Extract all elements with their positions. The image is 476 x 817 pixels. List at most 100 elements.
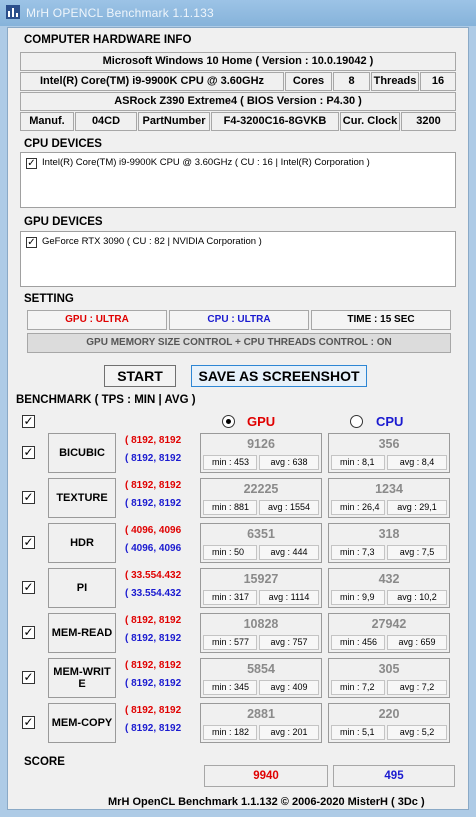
footer-text: MrH OpenCL Benchmark 1.1.132 © 2006-2020… <box>108 796 425 808</box>
test-name: MEM-WRIT E <box>48 658 116 698</box>
cpu-score: 495 <box>333 765 455 787</box>
gpu-tps-value: 9126 <box>247 437 275 451</box>
test-name: MEM-READ <box>48 613 116 653</box>
cpu-min-value: min : 7,3 <box>331 545 385 560</box>
cpu-result: 318 min : 7,3 avg : 7,5 <box>328 523 450 563</box>
cores-value: 8 <box>333 72 370 91</box>
cpu-tps-value: 318 <box>378 527 400 541</box>
test-checkbox[interactable]: ✓ <box>22 716 35 729</box>
cpu-size-label: ( 8192, 8192 <box>125 498 182 509</box>
cpu-result: 432 min : 9,9 avg : 10,2 <box>328 568 450 608</box>
app-window: MrH OPENCL Benchmark 1.1.133 COMPUTER HA… <box>0 0 476 817</box>
gpu-size-label: ( 33.554.432 <box>125 570 182 581</box>
cpu-size-label: ( 8192, 8192 <box>125 678 182 689</box>
gpu-tps-value: 2881 <box>247 707 275 721</box>
gpu-min-value: min : 881 <box>203 500 257 515</box>
cpu-radio[interactable] <box>350 415 363 428</box>
score-title: SCORE <box>24 756 65 768</box>
cpu-result: 305 min : 7,2 avg : 7,2 <box>328 658 450 698</box>
test-checkbox[interactable]: ✓ <box>22 626 35 639</box>
memory-control-setting[interactable]: GPU MEMORY SIZE CONTROL + CPU THREADS CO… <box>27 333 451 353</box>
app-icon <box>6 5 20 19</box>
test-name-label: BICUBIC <box>59 447 105 459</box>
gpu-avg-value: avg : 1114 <box>259 590 319 605</box>
gpu-tps-value: 6351 <box>247 527 275 541</box>
start-button[interactable]: START <box>104 365 176 387</box>
cpu-avg-value: avg : 5,2 <box>387 725 447 740</box>
gpu-size-label: ( 8192, 8192 <box>125 480 182 491</box>
clock-value: 3200 <box>401 112 456 131</box>
gpu-radio[interactable] <box>222 415 235 428</box>
gpu-min-value: min : 50 <box>203 545 257 560</box>
cores-label: Cores <box>285 72 332 91</box>
test-checkbox[interactable]: ✓ <box>22 671 35 684</box>
test-checkbox[interactable]: ✓ <box>22 536 35 549</box>
gpu-min-value: min : 577 <box>203 635 257 650</box>
cpu-min-value: min : 9,9 <box>331 590 385 605</box>
gpu-radio-label[interactable]: GPU <box>247 414 275 429</box>
test-name: MEM-COPY <box>48 703 116 743</box>
cpu-quality-setting[interactable]: CPU : ULTRA <box>169 310 309 330</box>
cpu-avg-value: avg : 659 <box>387 635 447 650</box>
cpu-avg-value: avg : 7,2 <box>387 680 447 695</box>
gpu-size-label: ( 4096, 4096 <box>125 525 182 536</box>
test-checkbox[interactable]: ✓ <box>22 446 35 459</box>
test-name: PI <box>48 568 116 608</box>
test-name: TEXTURE <box>48 478 116 518</box>
cpu-size-label: ( 8192, 8192 <box>125 633 182 644</box>
motherboard-info: ASRock Z390 Extreme4 ( BIOS Version : P4… <box>20 92 456 111</box>
test-name-label: MEM-WRIT E <box>53 666 111 690</box>
hardware-section-title: COMPUTER HARDWARE INFO <box>24 34 192 46</box>
threads-label: Threads <box>371 72 419 91</box>
select-all-checkbox[interactable]: ✓ <box>22 415 35 428</box>
test-name-label: MEM-COPY <box>51 717 113 729</box>
cpu-min-value: min : 8,1 <box>331 455 385 470</box>
cpu-tps-value: 356 <box>378 437 400 451</box>
gpu-size-label: ( 8192, 8192 <box>125 705 182 716</box>
manuf-label: Manuf. <box>20 112 74 131</box>
gpu-device-list[interactable]: ✓ GeForce RTX 3090 ( CU : 82 | NVIDIA Co… <box>20 231 456 287</box>
cpu-size-label: ( 33.554.432 <box>125 588 182 599</box>
partnumber-value: F4-3200C16-8GVKB <box>211 112 339 131</box>
test-checkbox[interactable]: ✓ <box>22 491 35 504</box>
test-name: BICUBIC <box>48 433 116 473</box>
time-setting[interactable]: TIME : 15 SEC <box>311 310 451 330</box>
gpu-avg-value: avg : 757 <box>259 635 319 650</box>
cpu-size-label: ( 4096, 4096 <box>125 543 182 554</box>
cpu-size-label: ( 8192, 8192 <box>125 453 182 464</box>
gpu-quality-setting[interactable]: GPU : ULTRA <box>27 310 167 330</box>
cpu-min-value: min : 456 <box>331 635 385 650</box>
test-name-label: PI <box>76 582 88 594</box>
cpu-device-label: Intel(R) Core(TM) i9-9900K CPU @ 3.60GHz… <box>42 157 370 168</box>
gpu-avg-value: avg : 444 <box>259 545 319 560</box>
gpu-tps-value: 15927 <box>243 572 279 586</box>
gpu-size-label: ( 8192, 8192 <box>125 615 182 626</box>
gpu-tps-value: 22225 <box>243 482 279 496</box>
clock-label: Cur. Clock <box>340 112 400 131</box>
cpu-min-value: min : 7,2 <box>331 680 385 695</box>
save-screenshot-button[interactable]: SAVE AS SCREENSHOT <box>191 365 367 387</box>
test-name-label: MEM-READ <box>51 627 113 639</box>
gpu-avg-value: avg : 1554 <box>259 500 319 515</box>
cpu-avg-value: avg : 8,4 <box>387 455 447 470</box>
gpu-avg-value: avg : 409 <box>259 680 319 695</box>
cpu-result: 220 min : 5,1 avg : 5,2 <box>328 703 450 743</box>
gpu-avg-value: avg : 638 <box>259 455 319 470</box>
cpu-info: Intel(R) Core(TM) i9-9900K CPU @ 3.60GHz <box>20 72 284 91</box>
gpu-tps-value: 5854 <box>247 662 275 676</box>
cpu-avg-value: avg : 10,2 <box>387 590 447 605</box>
title-bar[interactable]: MrH OPENCL Benchmark 1.1.133 <box>0 0 476 26</box>
cpu-device-list[interactable]: ✓ Intel(R) Core(TM) i9-9900K CPU @ 3.60G… <box>20 152 456 208</box>
gpu-device-checkbox[interactable]: ✓ <box>26 237 37 248</box>
test-checkbox[interactable]: ✓ <box>22 581 35 594</box>
gpu-result: 5854 min : 345 avg : 409 <box>200 658 322 698</box>
partnumber-label: PartNumber <box>138 112 210 131</box>
cpu-avg-value: avg : 7,5 <box>387 545 447 560</box>
cpu-min-value: min : 26,4 <box>331 500 385 515</box>
cpu-tps-value: 27942 <box>371 617 407 631</box>
cpu-tps-value: 305 <box>378 662 400 676</box>
cpu-radio-label[interactable]: CPU <box>376 414 403 429</box>
cpu-devices-title: CPU DEVICES <box>24 138 102 150</box>
client-area: COMPUTER HARDWARE INFO Microsoft Windows… <box>7 27 469 810</box>
cpu-device-checkbox[interactable]: ✓ <box>26 158 37 169</box>
